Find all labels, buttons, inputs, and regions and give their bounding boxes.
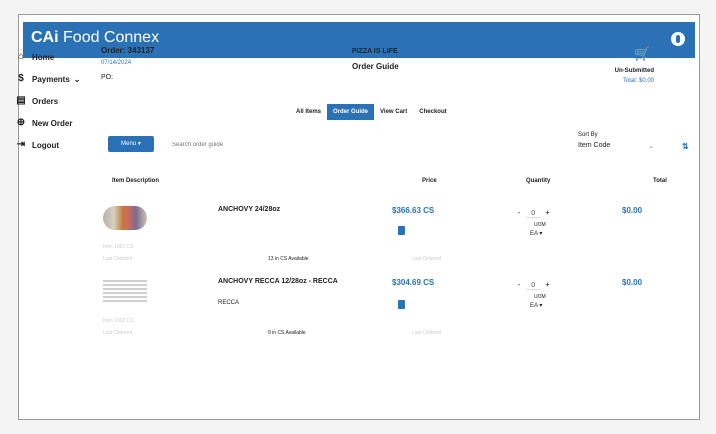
col-quantity: Quantity [526, 178, 551, 184]
last-ordered-text: Last Ordered [412, 256, 442, 262]
chevron-down-icon: ⌄ [648, 143, 654, 150]
uom-select[interactable]: EA ▾ [530, 230, 542, 237]
sidebar-item-orders[interactable]: ▤ Orders [16, 90, 96, 112]
document-icon: ▤ [16, 95, 26, 106]
order-number: Order: 343137 [101, 46, 155, 55]
document-icon[interactable] [398, 300, 405, 309]
sidebar-item-home[interactable]: ⌂ Home [16, 46, 96, 68]
increment-button[interactable]: + [542, 280, 552, 289]
table-header: Item Description Price Quantity Total [100, 178, 670, 190]
sidebar-item-label: Home [32, 52, 55, 62]
col-total: Total [653, 178, 667, 184]
uom-label: UOM [534, 294, 546, 300]
decrement-button[interactable]: - [514, 280, 524, 289]
brand-name: Food Connex [63, 29, 160, 46]
tab-order-guide[interactable]: Order Guide [327, 104, 375, 120]
user-icon[interactable] [671, 32, 685, 46]
uom-label: UOM [534, 222, 546, 228]
tab-checkout[interactable]: Checkout [413, 104, 452, 120]
page-title: Order Guide [352, 62, 399, 71]
product-caption: Item 1001 CS [103, 244, 134, 250]
quantity-field[interactable]: 0 [526, 282, 541, 290]
chevron-down-icon: ⌄ [73, 74, 81, 84]
quantity-stepper[interactable]: - 0 + [514, 280, 552, 290]
uom-select[interactable]: EA ▾ [530, 302, 542, 309]
search-input[interactable] [170, 136, 374, 154]
tab-view-cart[interactable]: View Cart [374, 104, 413, 120]
sidebar-item-payments[interactable]: $ Payments ⌄ [16, 68, 96, 90]
tab-bar: All Items Order Guide View Cart Checkout [290, 104, 453, 120]
sort-value: Item Code [578, 142, 611, 149]
menu-button[interactable]: Menu ▾ [108, 136, 154, 152]
product-image[interactable] [103, 278, 147, 302]
product-caption: Item 1002 CS [103, 318, 134, 324]
decrement-button[interactable]: - [514, 208, 524, 217]
sidebar-item-label: Logout [32, 140, 60, 150]
store-name: PIZZA IS LIFE [352, 48, 398, 55]
product-name[interactable]: ANCHOVY 24/28oz [218, 206, 280, 213]
product-image[interactable] [103, 206, 147, 230]
product-brand: RECCA [218, 300, 240, 306]
last-ordered-text: Last Ordered [412, 330, 442, 336]
sidebar-item-label: New Order [32, 118, 73, 128]
table-row: Item 1001 CS ANCHOVY 24/28oz $366.63 CS … [100, 204, 670, 286]
sort-direction-icon[interactable]: ⇅ [682, 142, 689, 151]
order-total[interactable]: Total: $0.00 [623, 78, 654, 84]
order-date[interactable]: 07/14/2024 [101, 60, 131, 66]
col-item-description: Item Description [112, 178, 160, 184]
table-row: Item 1002 CS ANCHOVY RECCA 12/28oz - REC… [100, 276, 670, 358]
row-ghost-left: Last Ordered [103, 330, 133, 336]
sort-by-label: Sort By [578, 132, 598, 138]
main-content: Order: 343137 07/14/2024 PO: PIZZA IS LI… [100, 46, 689, 396]
po-label: PO: [101, 74, 114, 81]
sort-select[interactable]: Item Code ⌄ [578, 142, 668, 154]
status-badge: Un-Submitted [614, 68, 654, 74]
col-price: Price [422, 178, 437, 184]
dollar-icon: $ [18, 73, 24, 84]
sidebar: ⌂ Home $ Payments ⌄ ▤ Orders ⊕ New Order… [16, 46, 96, 156]
quantity-stepper[interactable]: - 0 + [514, 208, 552, 218]
tab-all-items[interactable]: All Items [290, 104, 327, 120]
row-total: $0.00 [622, 206, 643, 215]
cart-icon[interactable]: 🛒 [634, 47, 650, 60]
product-name[interactable]: ANCHOVY RECCA 12/28oz - RECCA [218, 278, 338, 285]
sidebar-item-label: Payments [32, 74, 70, 84]
home-icon: ⌂ [17, 51, 25, 62]
row-total: $0.00 [622, 278, 643, 287]
product-price: $366.63 CS [392, 206, 435, 215]
increment-button[interactable]: + [542, 208, 552, 217]
sidebar-item-logout[interactable]: ⇥ Logout [16, 134, 96, 156]
brand-prefix: CAi [31, 29, 59, 46]
sidebar-item-new-order[interactable]: ⊕ New Order [16, 112, 96, 134]
product-price: $304.69 CS [392, 278, 435, 287]
availability-text: 13 in CS Available [268, 256, 309, 262]
document-icon[interactable] [398, 226, 405, 235]
logout-icon: ⇥ [16, 139, 26, 150]
plus-circle-icon: ⊕ [16, 117, 26, 128]
row-ghost-left: Last Ordered [103, 256, 133, 262]
availability-text: 9 in CS Available [268, 330, 306, 336]
quantity-field[interactable]: 0 [526, 210, 541, 218]
sidebar-item-label: Orders [32, 96, 59, 106]
brand-logo[interactable]: CAi Food Connex [31, 29, 159, 47]
